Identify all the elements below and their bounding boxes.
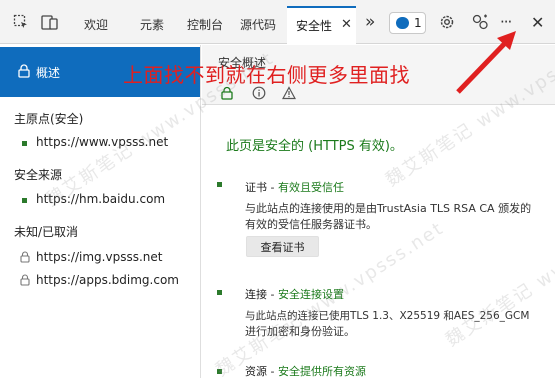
security-sidebar: 概述 主原点(安全) https://www.vpsss.net 安全来源 ht… xyxy=(0,45,201,378)
tab-welcome[interactable]: 欢迎 xyxy=(84,16,108,33)
view-certificate-button[interactable]: 查看证书 xyxy=(246,236,319,257)
issues-icon xyxy=(396,17,409,29)
secure-source-url[interactable]: https://hm.baidu.com xyxy=(36,192,165,206)
resources-status: 安全提供所有资源 xyxy=(277,365,366,378)
resources-label: 资源 - xyxy=(245,365,278,378)
secure-sources-heading: 安全来源 xyxy=(14,168,63,182)
certificate-status: 有效且受信任 xyxy=(277,181,344,194)
tab-elements[interactable]: 元素 xyxy=(140,16,164,33)
connection-status: 安全连接设置 xyxy=(277,288,344,301)
unknown-url-1[interactable]: https://img.vpsss.net xyxy=(36,250,162,264)
tab-security[interactable]: 安全性 ✕ xyxy=(287,6,356,44)
connection-label: 连接 - xyxy=(245,288,278,301)
secure-dot xyxy=(22,141,27,146)
tab-security-label: 安全性 xyxy=(296,19,333,33)
issues-button[interactable]: 1 xyxy=(389,12,426,34)
connection-desc-1: 与此站点的连接已使用TLS 1.3、X25519 和AES_256_GCM xyxy=(245,310,530,322)
tab-console[interactable]: 控制台 xyxy=(187,16,223,33)
inspect-element-icon[interactable] xyxy=(12,13,30,31)
main-origin-url[interactable]: https://www.vpsss.net xyxy=(36,135,168,149)
certificate-bullet xyxy=(217,182,222,187)
issues-count: 1 xyxy=(414,16,422,30)
settings-gear-icon[interactable] xyxy=(438,13,456,31)
resources-row-title: 资源 - 安全提供所有资源 xyxy=(245,363,366,378)
connection-bullet xyxy=(217,290,222,295)
lock-outline-icon xyxy=(20,251,30,263)
devtools-toolbar: 欢迎 元素 控制台 源代码 安全性 ✕ » 1 ··· ✕ xyxy=(0,0,555,44)
feedback-icon[interactable] xyxy=(471,13,489,31)
connection-row-title: 连接 - 安全连接设置 xyxy=(245,286,344,302)
secure-status-message: 此页是安全的 (HTTPS 有效)。 xyxy=(226,139,403,154)
close-devtools-button[interactable]: ✕ xyxy=(531,13,544,32)
close-tab-icon[interactable]: ✕ xyxy=(341,17,352,32)
certificate-label: 证书 - xyxy=(245,181,278,194)
certificate-desc-2: 有效的受信任服务器证书。 xyxy=(245,218,377,231)
warning-icon xyxy=(282,86,296,100)
lock-outline-icon xyxy=(20,274,30,286)
sidebar-item-overview-label: 概述 xyxy=(36,66,61,80)
unknown-url-2[interactable]: https://apps.bdimg.com xyxy=(36,273,179,287)
tab-sources[interactable]: 源代码 xyxy=(240,16,276,33)
certificate-desc-1: 与此站点的连接使用的是由TrustAsia TLS RSA CA 颁发的 xyxy=(245,202,532,215)
certificate-row-title: 证书 - 有效且受信任 xyxy=(245,179,344,195)
more-tabs-button[interactable]: » xyxy=(365,12,375,32)
secure-dot xyxy=(22,198,27,203)
lock-icon xyxy=(18,64,30,78)
secure-lock-icon xyxy=(221,86,233,100)
unknown-heading: 未知/已取消 xyxy=(14,225,79,239)
more-options-button[interactable]: ··· xyxy=(500,13,512,31)
connection-desc-2: 进行加密和身份验证。 xyxy=(245,325,355,338)
resources-bullet xyxy=(217,369,222,374)
device-emulation-icon[interactable] xyxy=(41,13,59,31)
main-origin-heading: 主原点(安全) xyxy=(14,112,84,126)
info-icon xyxy=(252,86,266,100)
annotation-callout: 上面找不到就在右侧更多里面找 xyxy=(123,63,410,87)
